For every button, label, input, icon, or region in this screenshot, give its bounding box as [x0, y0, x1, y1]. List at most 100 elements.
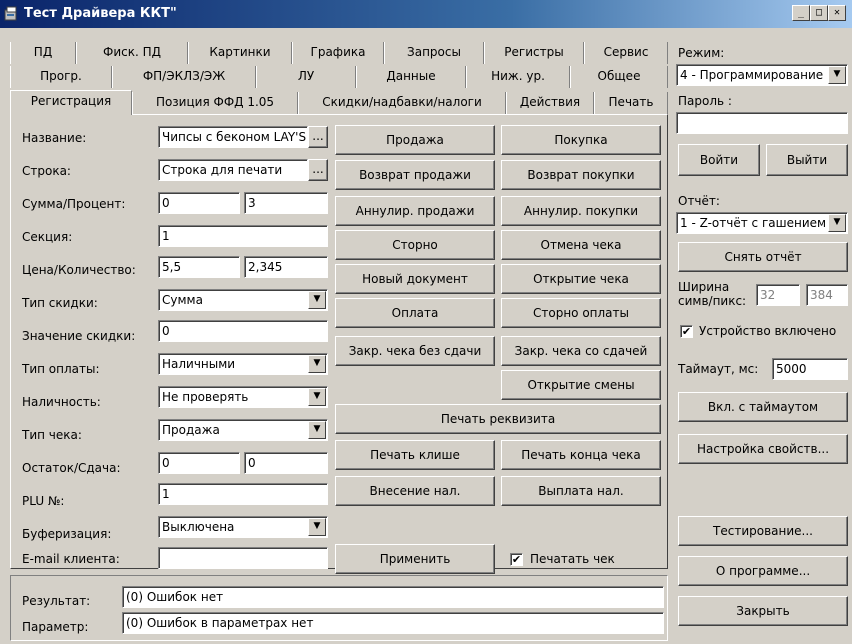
name-input[interactable]: Чипсы с беконом LAY'S	[158, 126, 308, 148]
discount-type-value: Сумма	[162, 293, 203, 307]
section-input[interactable]: 1	[158, 225, 328, 247]
open-check-button[interactable]: Открытие чека	[501, 264, 661, 294]
tab-position-ffd[interactable]: Позиция ФФД 1.05	[132, 92, 298, 114]
tab-fisk-pd[interactable]: Фиск. ПД	[76, 42, 188, 64]
apply-button[interactable]: Применить	[335, 544, 495, 574]
width-chars-input[interactable]: 32	[756, 284, 800, 306]
check-type-select[interactable]: Продажа ▼	[158, 419, 328, 441]
tab-progr[interactable]: Прогр.	[10, 66, 112, 88]
tab-general[interactable]: Общее	[570, 66, 668, 88]
quantity-input[interactable]: 2,345	[244, 256, 328, 278]
plu-label: PLU №:	[22, 494, 65, 508]
chevron-down-icon[interactable]: ▼	[308, 355, 326, 373]
cash-in-button[interactable]: Внесение нал.	[335, 476, 495, 506]
width-pixels-input[interactable]: 384	[806, 284, 848, 306]
buffering-select[interactable]: Выключена ▼	[158, 516, 328, 538]
mode-select[interactable]: 4 - Программирование ▼	[676, 64, 848, 86]
window-title: Тест Драйвера ККТ"	[24, 6, 177, 21]
return-purchase-button[interactable]: Возврат покупки	[501, 160, 661, 190]
tab-actions[interactable]: Действия	[506, 92, 594, 114]
close-check-with-change-button[interactable]: Закр. чека со сдачей	[501, 336, 661, 366]
chevron-down-icon[interactable]: ▼	[308, 388, 326, 406]
new-document-button[interactable]: Новый документ	[335, 264, 495, 294]
open-shift-button[interactable]: Открытие смены	[501, 370, 661, 400]
chevron-down-icon[interactable]: ▼	[828, 214, 846, 232]
login-button[interactable]: Войти	[678, 144, 760, 176]
tab-low-level[interactable]: Ниж. ур.	[466, 66, 570, 88]
tab-service[interactable]: Сервис	[584, 42, 668, 64]
tab-pictures[interactable]: Картинки	[188, 42, 292, 64]
plu-input[interactable]: 1	[158, 483, 328, 505]
section-label: Секция:	[22, 230, 73, 244]
print-check-end-button[interactable]: Печать конца чека	[501, 440, 661, 470]
minimize-button[interactable]: _	[792, 5, 810, 21]
payment-type-select[interactable]: Наличными ▼	[158, 353, 328, 375]
print-cliche-button[interactable]: Печать клише	[335, 440, 495, 470]
close-window-button[interactable]: ✕	[828, 5, 846, 21]
tab-lu[interactable]: ЛУ	[256, 66, 356, 88]
timeout-input[interactable]: 5000	[772, 358, 848, 380]
chevron-down-icon[interactable]: ▼	[828, 66, 846, 84]
check-icon[interactable]: ✔	[510, 553, 523, 566]
check-icon[interactable]: ✔	[680, 325, 693, 338]
storno-button[interactable]: Сторно	[335, 230, 495, 260]
rest-input[interactable]: 0	[158, 452, 240, 474]
purchase-button[interactable]: Покупка	[501, 125, 661, 155]
width-label-line2: симв/пикс:	[678, 294, 747, 308]
password-input[interactable]	[676, 112, 848, 134]
discount-value-input[interactable]: 0	[158, 320, 328, 342]
chevron-down-icon[interactable]: ▼	[308, 291, 326, 309]
app-icon	[4, 6, 17, 21]
tab-pd[interactable]: ПД	[10, 42, 76, 64]
tab-print[interactable]: Печать	[594, 92, 668, 114]
line-input[interactable]: Строка для печати	[158, 159, 308, 181]
settings-button[interactable]: Настройка свойств...	[678, 434, 848, 464]
return-sale-button[interactable]: Возврат продажи	[335, 160, 495, 190]
logout-button[interactable]: Выйти	[766, 144, 848, 176]
testing-button[interactable]: Тестирование...	[678, 516, 848, 546]
about-button[interactable]: О программе...	[678, 556, 848, 586]
tab-registration[interactable]: Регистрация	[10, 90, 132, 115]
tab-fp-eklz[interactable]: ФП/ЭКЛЗ/ЭЖ	[112, 66, 256, 88]
payment-button[interactable]: Оплата	[335, 298, 495, 328]
maximize-button[interactable]: □	[810, 5, 828, 21]
sum-input[interactable]: 0	[158, 192, 240, 214]
storno-payment-button[interactable]: Сторно оплаты	[501, 298, 661, 328]
annul-sale-button[interactable]: Аннулир. продажи	[335, 196, 495, 226]
title-bar[interactable]: Тест Драйвера ККТ" _ □ ✕	[0, 0, 852, 28]
sale-button[interactable]: Продажа	[335, 125, 495, 155]
result-field[interactable]: (0) Ошибок нет	[122, 586, 664, 608]
mode-label: Режим:	[678, 46, 725, 60]
change-input[interactable]: 0	[244, 452, 328, 474]
cash-select[interactable]: Не проверять ▼	[158, 386, 328, 408]
price-label: Цена/Количество:	[22, 263, 136, 277]
name-label: Название:	[22, 131, 87, 145]
cancel-check-button[interactable]: Отмена чека	[501, 230, 661, 260]
email-input[interactable]	[158, 547, 328, 569]
annul-purchase-button[interactable]: Аннулир. покупки	[501, 196, 661, 226]
percent-input[interactable]: 3	[244, 192, 328, 214]
chevron-down-icon[interactable]: ▼	[308, 518, 326, 536]
tab-requests[interactable]: Запросы	[384, 42, 484, 64]
price-input[interactable]: 5,5	[158, 256, 240, 278]
tab-graphics[interactable]: Графика	[292, 42, 384, 64]
chevron-down-icon[interactable]: ▼	[308, 421, 326, 439]
close-button[interactable]: Закрыть	[678, 596, 848, 626]
tab-data[interactable]: Данные	[356, 66, 466, 88]
print-requisite-button[interactable]: Печать реквизита	[335, 404, 661, 434]
enable-timeout-button[interactable]: Вкл. с таймаутом	[678, 392, 848, 422]
param-field[interactable]: (0) Ошибок в параметрах нет	[122, 612, 664, 634]
take-report-button[interactable]: Снять отчёт	[678, 242, 848, 272]
line-browse-button[interactable]: ...	[308, 159, 328, 181]
name-browse-button[interactable]: ...	[308, 126, 328, 148]
password-label: Пароль :	[678, 94, 732, 108]
report-select[interactable]: 1 - Z-отчёт с гашением ▼	[676, 212, 848, 234]
close-check-no-change-button[interactable]: Закр. чека без сдачи	[335, 336, 495, 366]
tab-discounts[interactable]: Скидки/надбавки/налоги	[298, 92, 506, 114]
discount-type-select[interactable]: Сумма ▼	[158, 289, 328, 311]
discount-type-label: Тип скидки:	[22, 296, 98, 310]
device-enabled-checkbox[interactable]: ✔ Устройство включено	[680, 324, 850, 340]
cash-out-button[interactable]: Выплата нал.	[501, 476, 661, 506]
print-check-checkbox[interactable]: ✔ Печатать чек	[510, 552, 660, 568]
tab-registers[interactable]: Регистры	[484, 42, 584, 64]
